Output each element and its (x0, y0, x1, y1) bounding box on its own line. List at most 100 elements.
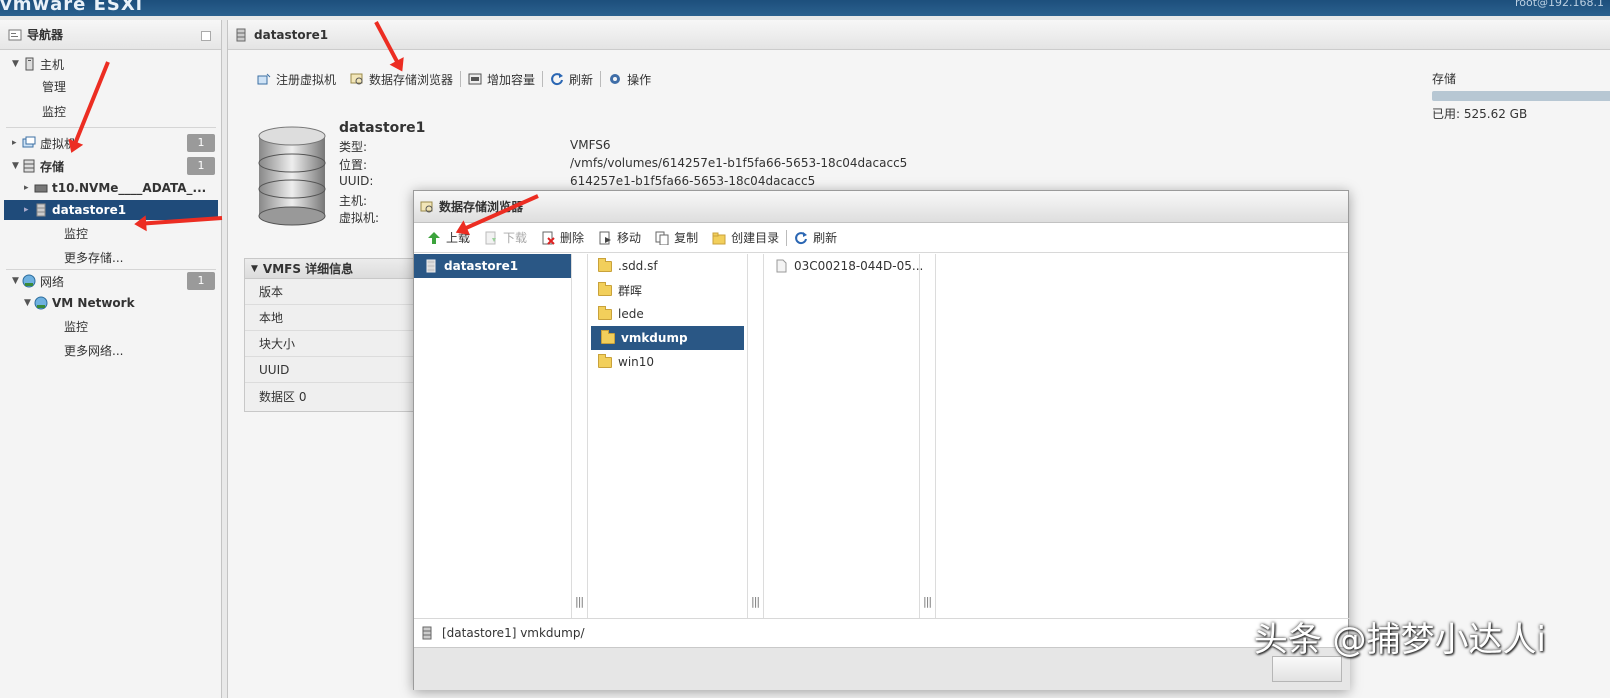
disk-icon (34, 181, 48, 195)
copy-button[interactable]: 复制 (648, 229, 705, 246)
expand-arrow-icon[interactable]: ▸ (24, 183, 34, 193)
product-logo: vmware ESXi (0, 0, 143, 15)
nav-host-manage-label: 管理 (42, 79, 67, 94)
user-menu[interactable]: root@192.168.1 (1515, 0, 1604, 9)
increase-capacity-label: 增加容量 (487, 72, 536, 87)
delete-icon (541, 231, 555, 245)
dialog-refresh-button[interactable]: 刷新 (787, 229, 844, 246)
main-header: datastore1 (228, 20, 1610, 50)
column-grip-icon[interactable]: ||| (923, 595, 932, 608)
nav-more-networks[interactable]: 更多网络... (64, 340, 123, 360)
folder-item[interactable]: lede (588, 302, 747, 326)
datastore-column: datastore1 (414, 254, 572, 618)
expand-arrow-icon[interactable]: ▸ (12, 138, 22, 148)
datastore-browser-icon (420, 200, 434, 214)
datastore-item[interactable]: datastore1 (414, 254, 571, 278)
expand-arrow-icon[interactable]: ▼ (12, 59, 22, 69)
detail-value-location: /vmfs/volumes/614257e1-b1f5fa66-5653-18c… (570, 156, 908, 170)
nav-network-label: 网络 (40, 274, 65, 289)
folder-item[interactable]: win10 (588, 350, 747, 374)
vmfs-row: 本地 (245, 305, 413, 331)
datastore-icon (420, 626, 434, 640)
move-button[interactable]: 移动 (591, 229, 648, 246)
vmfs-details-panel: ▼ VMFS 详细信息 版本 本地 块大小 UUID 数据区 0 (244, 258, 414, 412)
current-path: [datastore1] vmkdump/ (442, 626, 585, 640)
delete-label: 删除 (560, 231, 585, 245)
nav-vm-network-label: VM Network (52, 296, 135, 310)
collapse-arrow-icon[interactable]: ▼ (251, 264, 258, 274)
expand-arrow-icon[interactable]: ▼ (24, 298, 34, 308)
folder-item[interactable]: 群晖 (588, 278, 747, 302)
download-label: 下载 (503, 231, 528, 245)
detail-key-host: 主机: (339, 194, 368, 208)
create-directory-label: 创建目录 (731, 231, 780, 245)
nav-host-manage[interactable]: 管理 (42, 76, 66, 96)
navigator-icon (8, 28, 22, 42)
file-item[interactable]: 03C00218-044D-05... (764, 254, 923, 278)
increase-capacity-button[interactable]: 增加容量 (461, 71, 542, 88)
nav-network-monitor-label: 监控 (64, 319, 89, 334)
datastore-browser-icon (350, 72, 364, 86)
nav-more-storage[interactable]: 更多存储... (64, 247, 123, 267)
download-button[interactable]: 下载 (477, 229, 534, 246)
nav-datastore1[interactable]: ▸ datastore1 (4, 200, 218, 220)
network-icon (22, 274, 36, 288)
folder-label: win10 (618, 355, 655, 369)
delete-button[interactable]: 删除 (534, 229, 591, 246)
actions-button[interactable]: 操作 (601, 71, 658, 88)
nav-vm-network[interactable]: ▼ VM Network (24, 293, 135, 313)
details-column (936, 254, 1350, 618)
nav-storage[interactable]: ▼ 存储 (12, 156, 64, 176)
nav-storage-monitor[interactable]: 监控 (64, 223, 88, 243)
browser-columns: datastore1 ||| .sdd.sf 群晖 lede vmkdump w… (414, 254, 1350, 618)
register-vm-icon (257, 72, 271, 86)
upload-arrow-icon (427, 231, 441, 245)
vmfs-details-title: VMFS 详细信息 (262, 262, 354, 276)
refresh-icon (794, 231, 808, 245)
move-label: 移动 (617, 231, 642, 245)
detail-key-uuid: UUID: (339, 174, 374, 188)
create-directory-button[interactable]: 创建目录 (705, 229, 786, 246)
nav-storage-device-nvme[interactable]: ▸ t10.NVMe____ADATA_... (24, 178, 218, 198)
nav-host[interactable]: ▼ 主机 (12, 54, 64, 74)
column-splitter[interactable]: ||| (748, 254, 764, 618)
vmfs-details-header[interactable]: ▼ VMFS 详细信息 (245, 259, 413, 279)
dialog-title-bar[interactable]: 数据存储浏览器 (414, 191, 1348, 223)
nav-storage-label: 存储 (40, 159, 65, 174)
detail-value-uuid: 614257e1-b1f5fa66-5653-18c04dacacc5 (570, 174, 816, 188)
datastore-browser-button[interactable]: 数据存储浏览器 (343, 71, 460, 88)
column-splitter[interactable]: ||| (572, 254, 588, 618)
datastore-large-icon (258, 126, 326, 226)
folder-icon (598, 257, 612, 272)
nav-storage-monitor-label: 监控 (64, 226, 89, 241)
copy-icon (655, 231, 669, 245)
nav-network-monitor[interactable]: 监控 (64, 316, 88, 336)
folder-item-selected[interactable]: vmkdump (591, 326, 744, 350)
nav-host-monitor[interactable]: 监控 (42, 101, 66, 121)
nav-network[interactable]: ▼ 网络 (12, 271, 64, 291)
file-column: 03C00218-044D-05... (764, 254, 923, 618)
folder-label: lede (618, 307, 644, 321)
register-vm-button[interactable]: 注册虚拟机 (250, 71, 343, 88)
expand-arrow-icon[interactable]: ▼ (12, 276, 22, 286)
expand-arrow-icon[interactable]: ▼ (12, 161, 22, 171)
folder-label: vmkdump (621, 331, 688, 345)
detail-value-type: VMFS6 (570, 138, 611, 152)
datastore-browser-label: 数据存储浏览器 (369, 72, 454, 87)
folder-label: 群晖 (618, 283, 643, 298)
nav-device-label: t10.NVMe____ADATA_... (52, 181, 207, 195)
folder-icon (601, 329, 615, 344)
folder-icon (598, 353, 612, 368)
expand-arrow-icon[interactable]: ▸ (24, 205, 34, 215)
column-splitter[interactable]: ||| (920, 254, 936, 618)
collapse-navigator-icon[interactable] (201, 31, 211, 41)
column-grip-icon[interactable]: ||| (575, 595, 584, 608)
vmfs-row: 版本 (245, 279, 413, 305)
folder-item[interactable]: .sdd.sf (588, 254, 747, 278)
detail-key-location: 位置: (339, 158, 368, 172)
refresh-button[interactable]: 刷新 (543, 71, 600, 88)
column-grip-icon[interactable]: ||| (751, 595, 760, 608)
file-label: 03C00218-044D-05... (794, 259, 924, 273)
folder-icon (598, 281, 612, 296)
download-icon (484, 231, 498, 245)
